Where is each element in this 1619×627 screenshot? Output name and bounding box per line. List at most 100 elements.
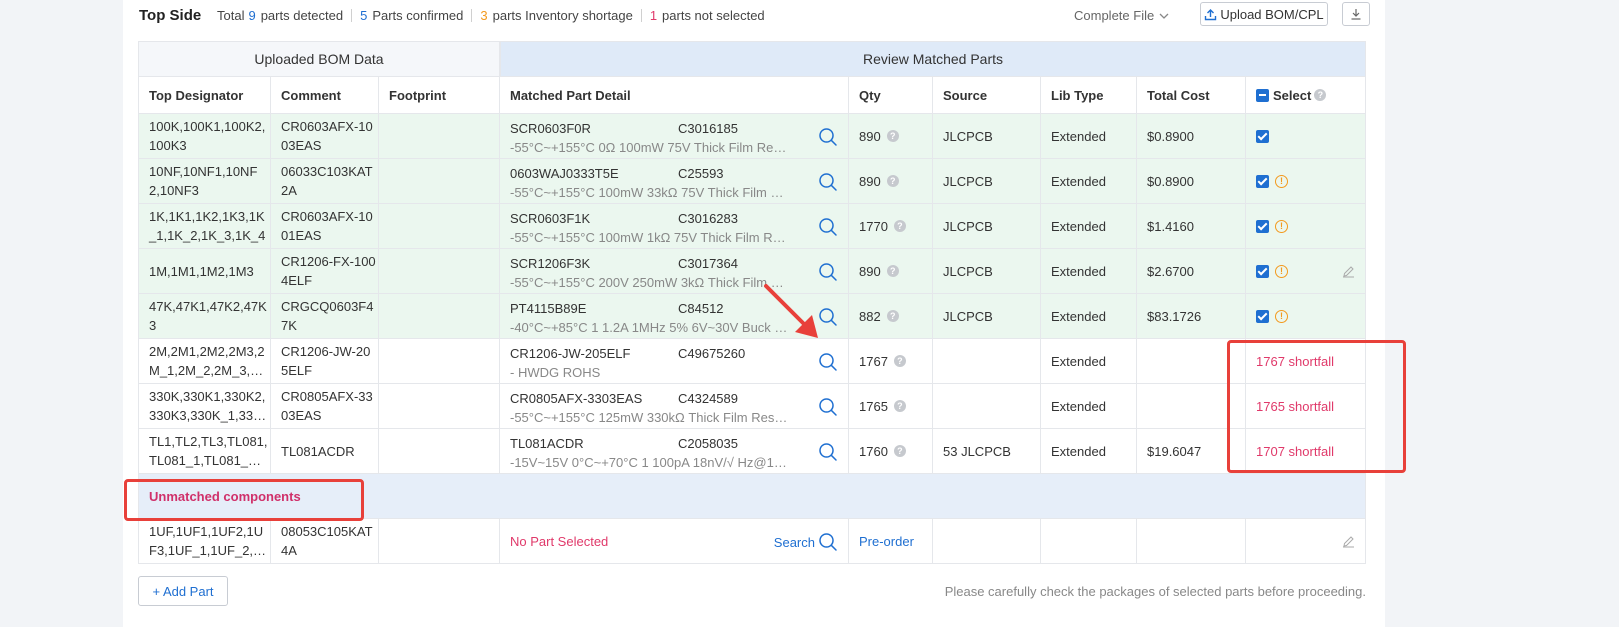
search-icon[interactable]	[818, 397, 838, 417]
preorder-link[interactable]: Pre-order	[859, 532, 914, 551]
qty-cell: 890?	[849, 114, 933, 159]
source-cell: 53 JLCPCB	[933, 429, 1041, 474]
part-number[interactable]: SCR1206F3K	[510, 254, 678, 273]
matched-part-cell: CR0805AFX-3303EAS C4324589 -55°C~+155°C 12…	[500, 384, 849, 429]
warning-icon[interactable]: !	[1275, 264, 1288, 278]
edit-icon[interactable]	[1342, 265, 1355, 278]
table-row: 1K,1K1,1K2,1K3,1K _1,1K_2,1K_3,1K_4 CR060…	[138, 204, 1366, 249]
qty-value: 1770	[859, 218, 888, 234]
shortage-suffix: parts Inventory shortage	[492, 8, 633, 23]
designator-cell: 2M,2M1,2M2,2M3,2 M_1,2M_2,2M_3,…	[138, 339, 271, 384]
part-number[interactable]: TL081ACDR	[510, 434, 678, 453]
select-checkbox[interactable]	[1256, 174, 1269, 188]
col-select: Select ?	[1246, 77, 1366, 114]
qty-cell: 1760?	[849, 429, 933, 474]
part-number[interactable]: SCR0603F1K	[510, 209, 678, 228]
select-checkbox[interactable]	[1256, 129, 1269, 143]
part-description: -15V~15V 0°C~+70°C 1 100pA 18nV/√ Hz@1kH…	[510, 455, 790, 470]
source-cell: JLCPCB	[933, 294, 1041, 339]
lib-type-cell: Extended	[1041, 114, 1137, 159]
no-part-selected: No Part Selected	[510, 533, 609, 549]
add-part-button[interactable]: + Add Part	[138, 576, 228, 606]
search-icon[interactable]	[818, 172, 838, 192]
confirmed-count: 5	[360, 8, 368, 23]
help-icon[interactable]: ?	[893, 400, 906, 412]
search-icon[interactable]	[818, 532, 838, 552]
part-code[interactable]: C3016283	[678, 209, 738, 228]
help-icon[interactable]: ?	[886, 265, 899, 277]
select-cell	[1246, 519, 1366, 564]
source-cell	[933, 519, 1041, 564]
part-number[interactable]: CR1206-JW-205ELF	[510, 344, 678, 363]
part-code[interactable]: C49675260	[678, 344, 745, 363]
qty-value: 890	[859, 128, 881, 144]
search-icon[interactable]	[818, 217, 838, 237]
bom-review-panel: Top Side Total 9 parts detected 5 Parts …	[123, 0, 1385, 627]
source-cell: JLCPCB	[933, 114, 1041, 159]
matched-part-cell: SCR0603F0R C3016185 -55°C~+155°C 0Ω 100mW …	[500, 114, 849, 159]
total-cost-cell: $83.1726	[1137, 294, 1246, 339]
search-icon[interactable]	[818, 127, 838, 147]
warning-icon[interactable]: !	[1275, 174, 1288, 188]
col-designator: Top Designator	[138, 77, 271, 114]
part-code[interactable]: C84512	[678, 299, 724, 318]
qty-value: 1767	[859, 353, 888, 369]
lib-type-cell: Extended	[1041, 429, 1137, 474]
warning-icon[interactable]: !	[1275, 309, 1288, 323]
lib-type-cell: Extended	[1041, 249, 1137, 294]
select-all-checkbox[interactable]	[1256, 88, 1269, 102]
search-icon[interactable]	[818, 262, 838, 282]
side-title: Top Side	[139, 7, 202, 24]
footprint-cell	[379, 204, 500, 249]
qty-value: 890	[859, 173, 881, 189]
search-icon[interactable]	[818, 352, 838, 372]
table-row: 47K,47K1,47K2,47K 3 CRGCQ0603F4 7K PT4115B…	[138, 294, 1366, 339]
part-code[interactable]: C25593	[678, 164, 724, 183]
footprint-cell	[379, 249, 500, 294]
part-number[interactable]: 0603WAJ0333T5E	[510, 164, 678, 183]
annotation-arrow	[764, 284, 818, 338]
select-checkbox[interactable]	[1256, 264, 1269, 278]
part-number[interactable]: CR0805AFX-3303EAS	[510, 389, 678, 408]
part-number[interactable]: SCR0603F0R	[510, 119, 678, 138]
comment-cell: CR0603AFX-10 03EAS	[271, 114, 379, 159]
group-header-row: Uploaded BOM Data Review Matched Parts	[138, 41, 1366, 77]
help-icon[interactable]: ?	[893, 355, 906, 367]
part-code[interactable]: C4324589	[678, 389, 738, 408]
complete-file-dropdown[interactable]: Complete File	[1074, 8, 1169, 23]
total-cost-cell	[1137, 519, 1246, 564]
select-checkbox[interactable]	[1256, 219, 1269, 233]
part-code[interactable]: C2058035	[678, 434, 738, 453]
help-icon[interactable]: ?	[893, 220, 906, 232]
matched-part-cell: 0603WAJ0333T5E C25593 -55°C~+155°C 100mW 3…	[500, 159, 849, 204]
search-icon[interactable]	[818, 442, 838, 462]
total-label: Total	[217, 8, 245, 23]
part-number[interactable]: PT4115B89E	[510, 299, 678, 318]
search-link[interactable]: Search	[774, 532, 838, 552]
select-checkbox[interactable]	[1256, 309, 1269, 323]
table-row: 1UF,1UF1,1UF2,1U F3,1UF_1,1UF_2,… 08053C1…	[138, 519, 1366, 564]
col-select-label: Select	[1273, 87, 1312, 103]
col-comment: Comment	[271, 77, 379, 114]
download-button[interactable]	[1342, 2, 1370, 26]
part-code[interactable]: C3016185	[678, 119, 738, 138]
help-icon[interactable]: ?	[886, 310, 899, 322]
lib-type-cell	[1041, 519, 1137, 564]
help-icon[interactable]: ?	[893, 445, 906, 457]
help-icon[interactable]: ?	[1314, 89, 1327, 101]
help-icon[interactable]: ?	[886, 175, 899, 187]
warning-icon[interactable]: !	[1275, 219, 1288, 233]
upload-bom-button[interactable]: Upload BOM/CPL	[1200, 2, 1328, 26]
total-count: 9	[248, 8, 256, 23]
select-cell: !	[1246, 294, 1366, 339]
part-code[interactable]: C3017364	[678, 254, 738, 273]
group-uploaded-bom: Uploaded BOM Data	[138, 41, 500, 77]
edit-icon[interactable]	[1342, 535, 1355, 548]
column-header-row: Top Designator Comment Footprint Matched…	[138, 77, 1366, 114]
help-icon[interactable]: ?	[886, 130, 899, 142]
qty-cell: 890?	[849, 249, 933, 294]
designator-cell: 1M,1M1,1M2,1M3	[138, 249, 271, 294]
matched-part-cell: SCR0603F1K C3016283 -55°C~+155°C 100mW 1kΩ…	[500, 204, 849, 249]
summary-header: Top Side Total 9 parts detected 5 Parts …	[139, 0, 1370, 30]
complete-file-label: Complete File	[1074, 8, 1155, 23]
